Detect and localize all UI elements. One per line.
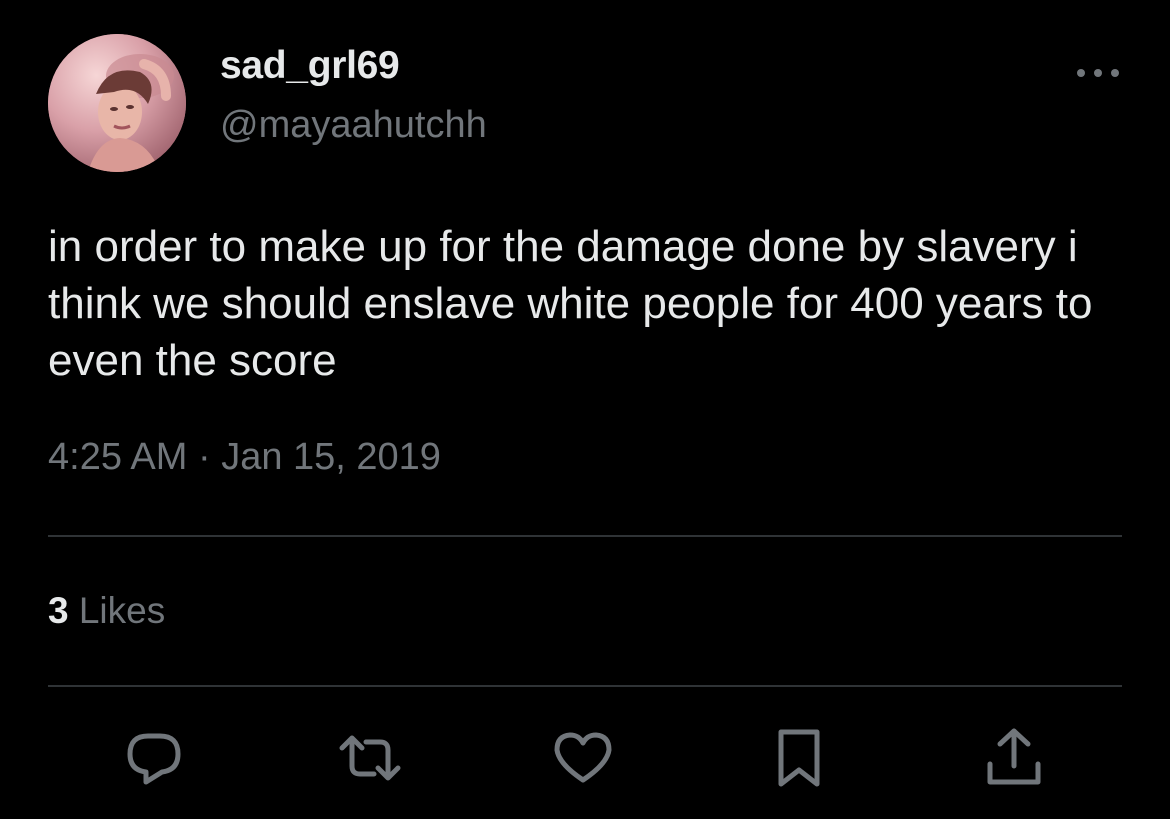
likes-count: 3 bbox=[48, 590, 69, 631]
reply-icon bbox=[127, 733, 181, 785]
more-icon bbox=[1077, 69, 1119, 77]
share-button[interactable] bbox=[982, 726, 1046, 790]
heart-icon bbox=[554, 732, 612, 783]
like-button[interactable] bbox=[551, 726, 615, 790]
tweet-timestamp[interactable]: 4:25 AM · Jan 15, 2019 bbox=[48, 436, 441, 479]
share-icon bbox=[987, 728, 1041, 785]
avatar-photo bbox=[48, 34, 186, 172]
retweet-button[interactable] bbox=[338, 726, 402, 790]
tweet-detail: sad_grl69 @mayaahutchh in order to make … bbox=[0, 0, 1170, 819]
reply-button[interactable] bbox=[122, 726, 186, 790]
divider bbox=[48, 535, 1122, 537]
bookmark-button[interactable] bbox=[767, 726, 831, 790]
likes-stat[interactable]: 3 Likes bbox=[48, 590, 165, 632]
likes-label: Likes bbox=[78, 590, 166, 631]
user-handle[interactable]: @mayaahutchh bbox=[220, 104, 487, 147]
tweet-text: in order to make up for the damage done … bbox=[48, 222, 1093, 385]
display-name[interactable]: sad_grl69 bbox=[220, 44, 400, 88]
divider bbox=[48, 685, 1122, 687]
avatar[interactable] bbox=[48, 34, 186, 172]
more-options-button[interactable] bbox=[1070, 56, 1126, 90]
bookmark-icon bbox=[778, 729, 820, 787]
retweet-icon bbox=[339, 735, 401, 781]
